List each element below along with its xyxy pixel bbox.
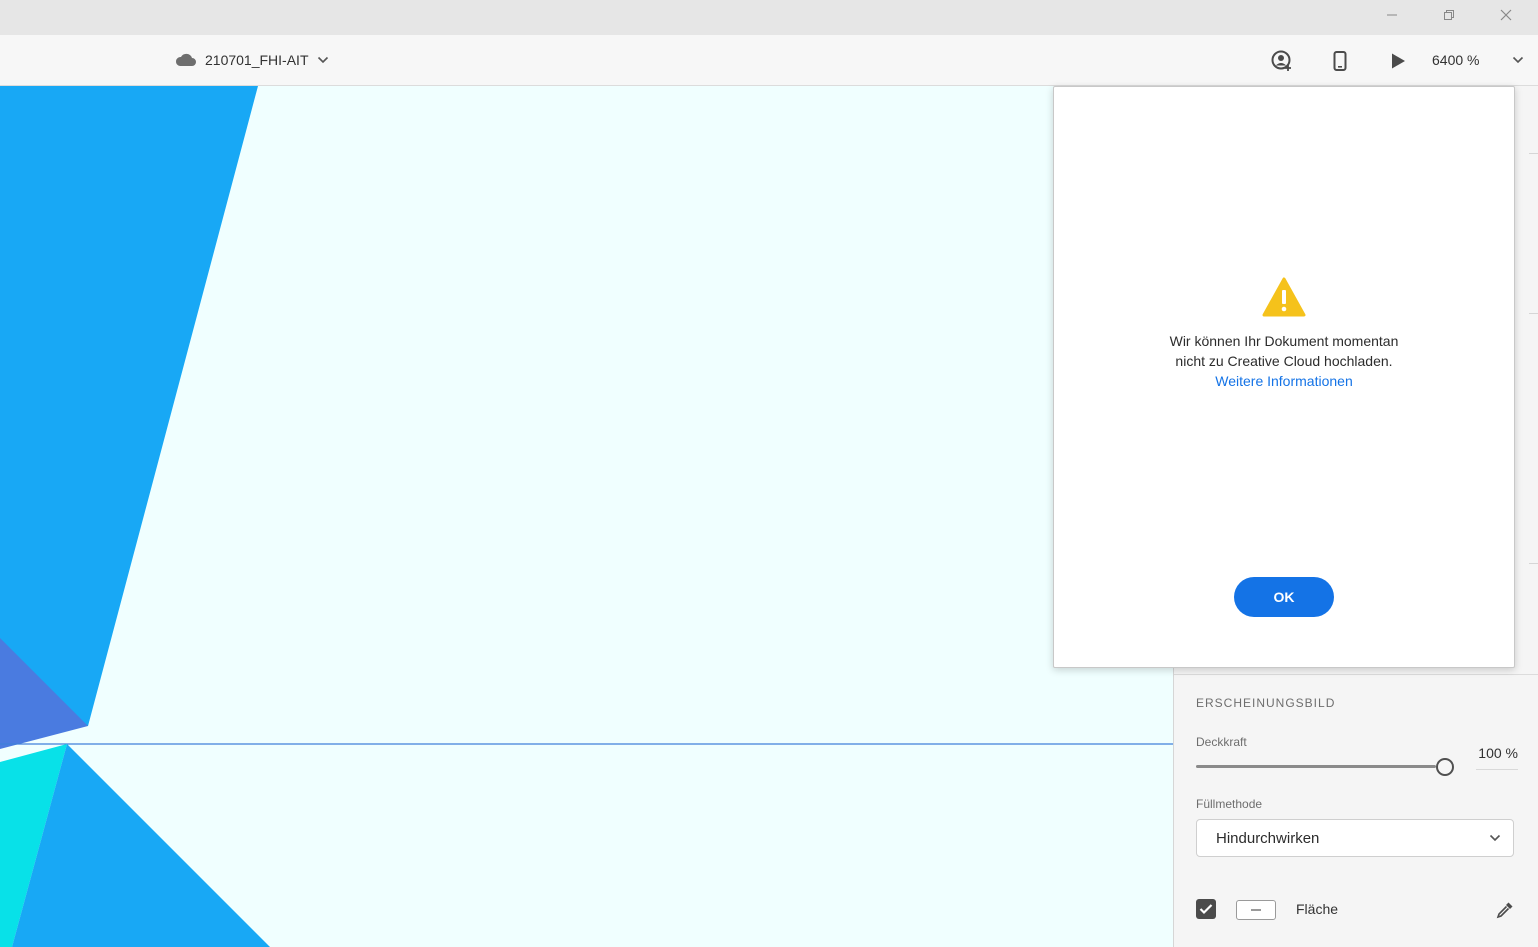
artwork-shape-blue-top[interactable] [0, 86, 258, 726]
chevron-down-icon [317, 56, 328, 64]
dialog-message-line-2: nicht zu Creative Cloud hochladen. [1175, 353, 1393, 369]
opacity-slider-track[interactable] [1196, 765, 1436, 768]
design-canvas[interactable] [0, 86, 1173, 947]
artwork [0, 86, 1173, 947]
chevron-down-icon [1512, 56, 1524, 64]
checkmark-icon [1199, 904, 1213, 915]
fill-label: Fläche [1296, 901, 1339, 917]
cloud-icon [175, 53, 196, 66]
panel-divider [1529, 563, 1538, 564]
blend-mode-value: Hindurchwirken [1216, 829, 1320, 847]
appearance-section-title: ERSCHEINUNGSBILD [1196, 696, 1336, 710]
ok-button[interactable]: OK [1234, 577, 1334, 617]
play-icon [1392, 53, 1405, 69]
panel-divider [1529, 153, 1538, 154]
warning-icon [1262, 277, 1306, 317]
dialog-message-line-1: Wir können Ihr Dokument momentan [1169, 333, 1399, 349]
device-preview-button[interactable] [1328, 49, 1352, 73]
swatch-none-mark [1251, 909, 1261, 911]
window-title-bar [0, 0, 1538, 35]
upload-error-dialog: Wir können Ihr Dokument momentan nicht z… [1053, 86, 1515, 668]
close-icon [1500, 9, 1512, 21]
chevron-down-icon [1489, 834, 1501, 842]
close-window-button[interactable] [1483, 0, 1529, 30]
eyedropper-icon [1496, 902, 1513, 919]
share-user-icon [1271, 50, 1291, 71]
play-preview-button[interactable] [1386, 49, 1410, 73]
restore-icon [1444, 10, 1454, 20]
mobile-device-icon [1333, 51, 1347, 71]
restore-button[interactable] [1426, 0, 1472, 30]
section-divider [1174, 674, 1538, 675]
minimize-button[interactable] [1369, 0, 1415, 30]
opacity-value-input[interactable]: 100 % [1476, 745, 1518, 770]
fill-color-swatch[interactable] [1236, 900, 1276, 920]
panel-divider [1529, 313, 1538, 314]
fill-checkbox[interactable] [1196, 899, 1216, 919]
document-name: 210701_FHI-AIT [205, 52, 309, 68]
eyedropper-button[interactable] [1494, 899, 1516, 921]
fill-row: Fläche [1196, 899, 1516, 921]
document-name-menu[interactable]: 210701_FHI-AIT [175, 49, 329, 71]
zoom-value: 6400 % [1432, 52, 1480, 68]
minimize-icon [1387, 14, 1397, 16]
dialog-message: Wir können Ihr Dokument momentan nicht z… [1054, 331, 1514, 371]
blend-mode-label: Füllmethode [1196, 797, 1263, 811]
blend-mode-select[interactable]: Hindurchwirken [1196, 819, 1514, 857]
opacity-label: Deckkraft [1196, 735, 1247, 749]
app-toolbar: 210701_FHI-AIT 6400 % [0, 35, 1538, 86]
opacity-slider-thumb[interactable] [1436, 758, 1454, 776]
share-button[interactable] [1270, 49, 1294, 73]
zoom-level-select[interactable]: 6400 % [1432, 49, 1524, 71]
more-info-link[interactable]: Weitere Informationen [1054, 371, 1514, 391]
